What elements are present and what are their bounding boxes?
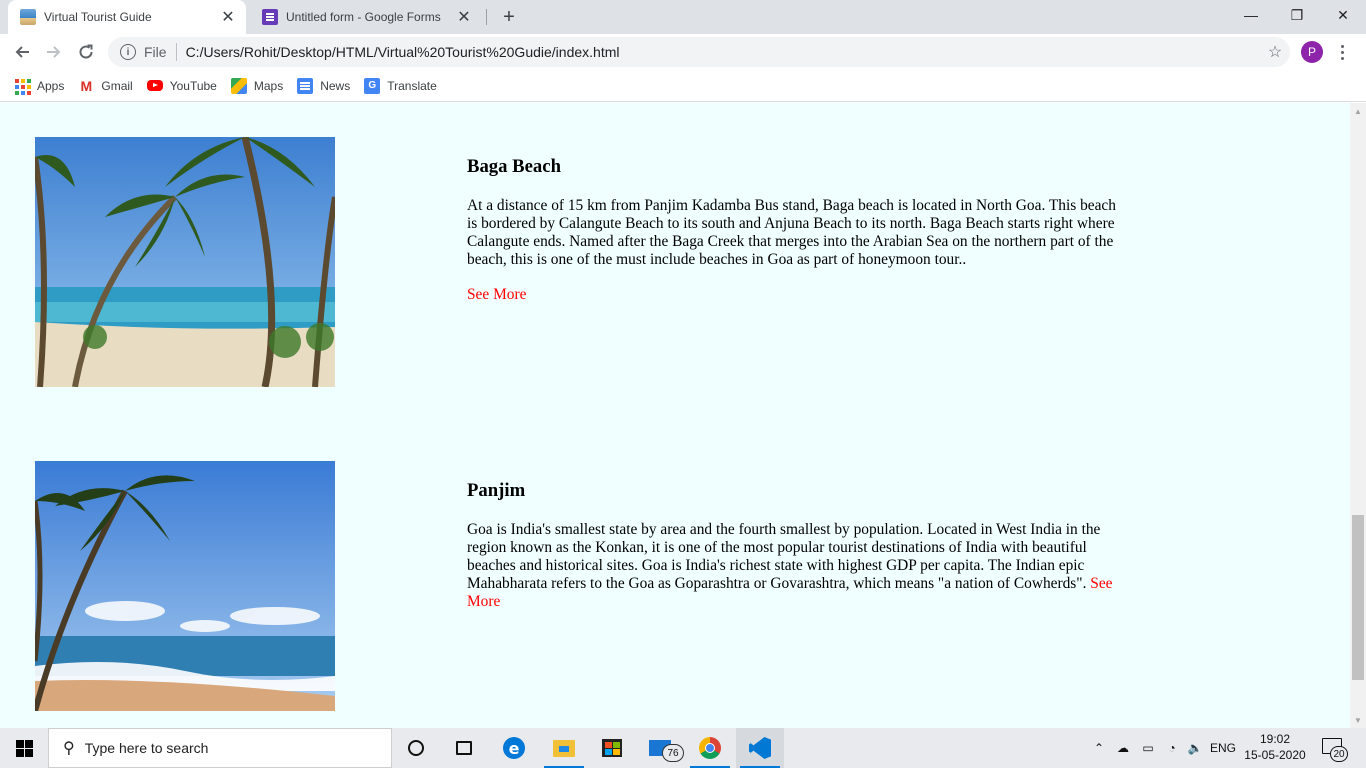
bookmark-star-icon[interactable]: ☆: [1260, 42, 1290, 62]
close-tab-icon[interactable]: ✕: [218, 7, 238, 27]
file-explorer-app[interactable]: [540, 728, 588, 768]
scroll-thumb[interactable]: [1352, 515, 1364, 680]
bookmark-news[interactable]: News: [297, 77, 351, 94]
place-title: Baga Beach: [467, 156, 561, 177]
google-forms-icon: [262, 9, 278, 25]
start-button[interactable]: [0, 728, 48, 768]
new-tab-button[interactable]: +: [498, 6, 520, 28]
minimize-button[interactable]: ―: [1228, 0, 1274, 30]
bookmark-gmail[interactable]: M Gmail: [78, 77, 133, 94]
address-bar[interactable]: i File C:/Users/Rohit/Desktop/HTML/Virtu…: [108, 37, 1290, 67]
site-favicon-icon: [20, 9, 36, 25]
tab-strip: Virtual Tourist Guide ✕ Untitled form - …: [0, 0, 1366, 34]
scroll-up-arrow-icon[interactable]: ▲: [1350, 103, 1366, 119]
maps-icon: [230, 77, 247, 94]
apps-grid-icon: [14, 78, 31, 95]
arrow-left-icon: [15, 46, 29, 58]
scroll-down-arrow-icon[interactable]: ▼: [1350, 712, 1366, 728]
edge-icon: e: [503, 737, 525, 759]
task-view-button[interactable]: [440, 728, 488, 768]
windows-taskbar: ⚲ Type here to search e 76 ⌃ ☁ ▭ ◔ 🔈 ENG…: [0, 728, 1366, 768]
bookmarks-bar: Apps M Gmail YouTube Maps News G Transla…: [0, 70, 1366, 102]
bookmark-label: Maps: [253, 78, 284, 93]
tab-divider: [486, 9, 487, 25]
battery-icon[interactable]: ▭: [1138, 728, 1158, 768]
gmail-icon: M: [80, 77, 93, 94]
place-card-panjim: Panjim Goa is India's smallest state by …: [467, 480, 1117, 611]
panjim-beach-image: [35, 461, 335, 711]
language-indicator[interactable]: ENG: [1208, 728, 1238, 768]
bookmark-label: Gmail: [101, 78, 133, 93]
search-icon: ⚲: [63, 740, 75, 757]
onedrive-cloud-icon[interactable]: ☁: [1112, 728, 1134, 768]
browser-menu-icon[interactable]: [1334, 40, 1350, 64]
bookmark-label: YouTube: [169, 78, 217, 93]
browser-toolbar: i File C:/Users/Rohit/Desktop/HTML/Virtu…: [0, 34, 1366, 70]
tab-virtual-tourist-guide[interactable]: Virtual Tourist Guide ✕: [8, 0, 246, 34]
bookmark-translate[interactable]: G Translate: [364, 77, 437, 94]
chrome-icon: [699, 737, 721, 759]
restore-button[interactable]: ❐: [1274, 0, 1320, 30]
scheme-label: File: [144, 44, 167, 60]
clock-time: 19:02: [1259, 732, 1291, 746]
file-explorer-icon: [553, 739, 575, 757]
tab-google-forms[interactable]: Untitled form - Google Forms ✕: [250, 0, 482, 34]
volume-icon[interactable]: 🔈: [1184, 728, 1206, 768]
taskbar-search-box[interactable]: ⚲ Type here to search: [48, 728, 392, 768]
page-viewport: Baga Beach At a distance of 15 km from P…: [0, 103, 1350, 728]
tab-title: Untitled form - Google Forms: [286, 10, 441, 24]
page-scrollbar[interactable]: ▲ ▼: [1350, 103, 1366, 728]
edge-app[interactable]: e: [490, 728, 538, 768]
place-card-baga-beach: Baga Beach At a distance of 15 km from P…: [467, 156, 1117, 304]
close-tab-icon[interactable]: ✕: [454, 7, 474, 27]
store-app[interactable]: [588, 728, 636, 768]
youtube-icon: [146, 80, 163, 91]
notification-count-badge: 20: [1330, 746, 1348, 762]
address-divider: [175, 43, 177, 61]
clock-date: 15-05-2020: [1244, 748, 1306, 762]
cortana-button[interactable]: [392, 728, 440, 768]
info-icon[interactable]: i: [120, 44, 136, 60]
system-clock[interactable]: 19:02 15-05-2020: [1240, 731, 1310, 763]
cortana-icon: [408, 740, 424, 756]
bookmark-label: News: [320, 78, 351, 93]
task-view-icon: [456, 741, 472, 755]
windows-logo-icon: [15, 739, 33, 757]
close-window-button[interactable]: ✕: [1320, 0, 1366, 30]
news-icon: [297, 77, 314, 94]
bookmark-label: Translate: [387, 78, 437, 93]
reload-button[interactable]: [72, 38, 100, 66]
vscode-icon: [749, 737, 771, 759]
place-description: At a distance of 15 km from Panjim Kadam…: [467, 197, 1116, 268]
reload-icon: [79, 44, 93, 59]
tab-title: Virtual Tourist Guide: [44, 10, 152, 24]
bookmark-maps[interactable]: Maps: [230, 77, 284, 94]
show-hidden-icons-chevron-up-icon[interactable]: ⌃: [1090, 728, 1108, 768]
search-placeholder: Type here to search: [84, 740, 209, 756]
place-description: Goa is India's smallest state by area an…: [467, 521, 1101, 592]
see-more-link[interactable]: See More: [467, 286, 1117, 304]
chrome-app[interactable]: [686, 728, 734, 768]
bookmark-youtube[interactable]: YouTube: [146, 78, 217, 93]
bookmark-label: Apps: [37, 78, 65, 93]
store-icon: [602, 739, 622, 757]
profile-avatar[interactable]: P: [1301, 41, 1323, 63]
url-text[interactable]: C:/Users/Rohit/Desktop/HTML/Virtual%20To…: [186, 44, 1260, 60]
vscode-app[interactable]: [736, 728, 784, 768]
back-button[interactable]: [8, 38, 36, 66]
forward-button[interactable]: [40, 38, 68, 66]
mail-unread-badge: 76: [662, 744, 684, 762]
baga-beach-image: [35, 137, 335, 387]
place-title: Panjim: [467, 480, 526, 501]
bookmark-apps[interactable]: Apps: [14, 78, 65, 95]
place-description-paragraph: Goa is India's smallest state by area an…: [467, 521, 1117, 611]
wifi-icon[interactable]: ◔: [1162, 728, 1182, 768]
translate-icon: G: [364, 77, 381, 94]
arrow-right-icon: [47, 46, 61, 58]
